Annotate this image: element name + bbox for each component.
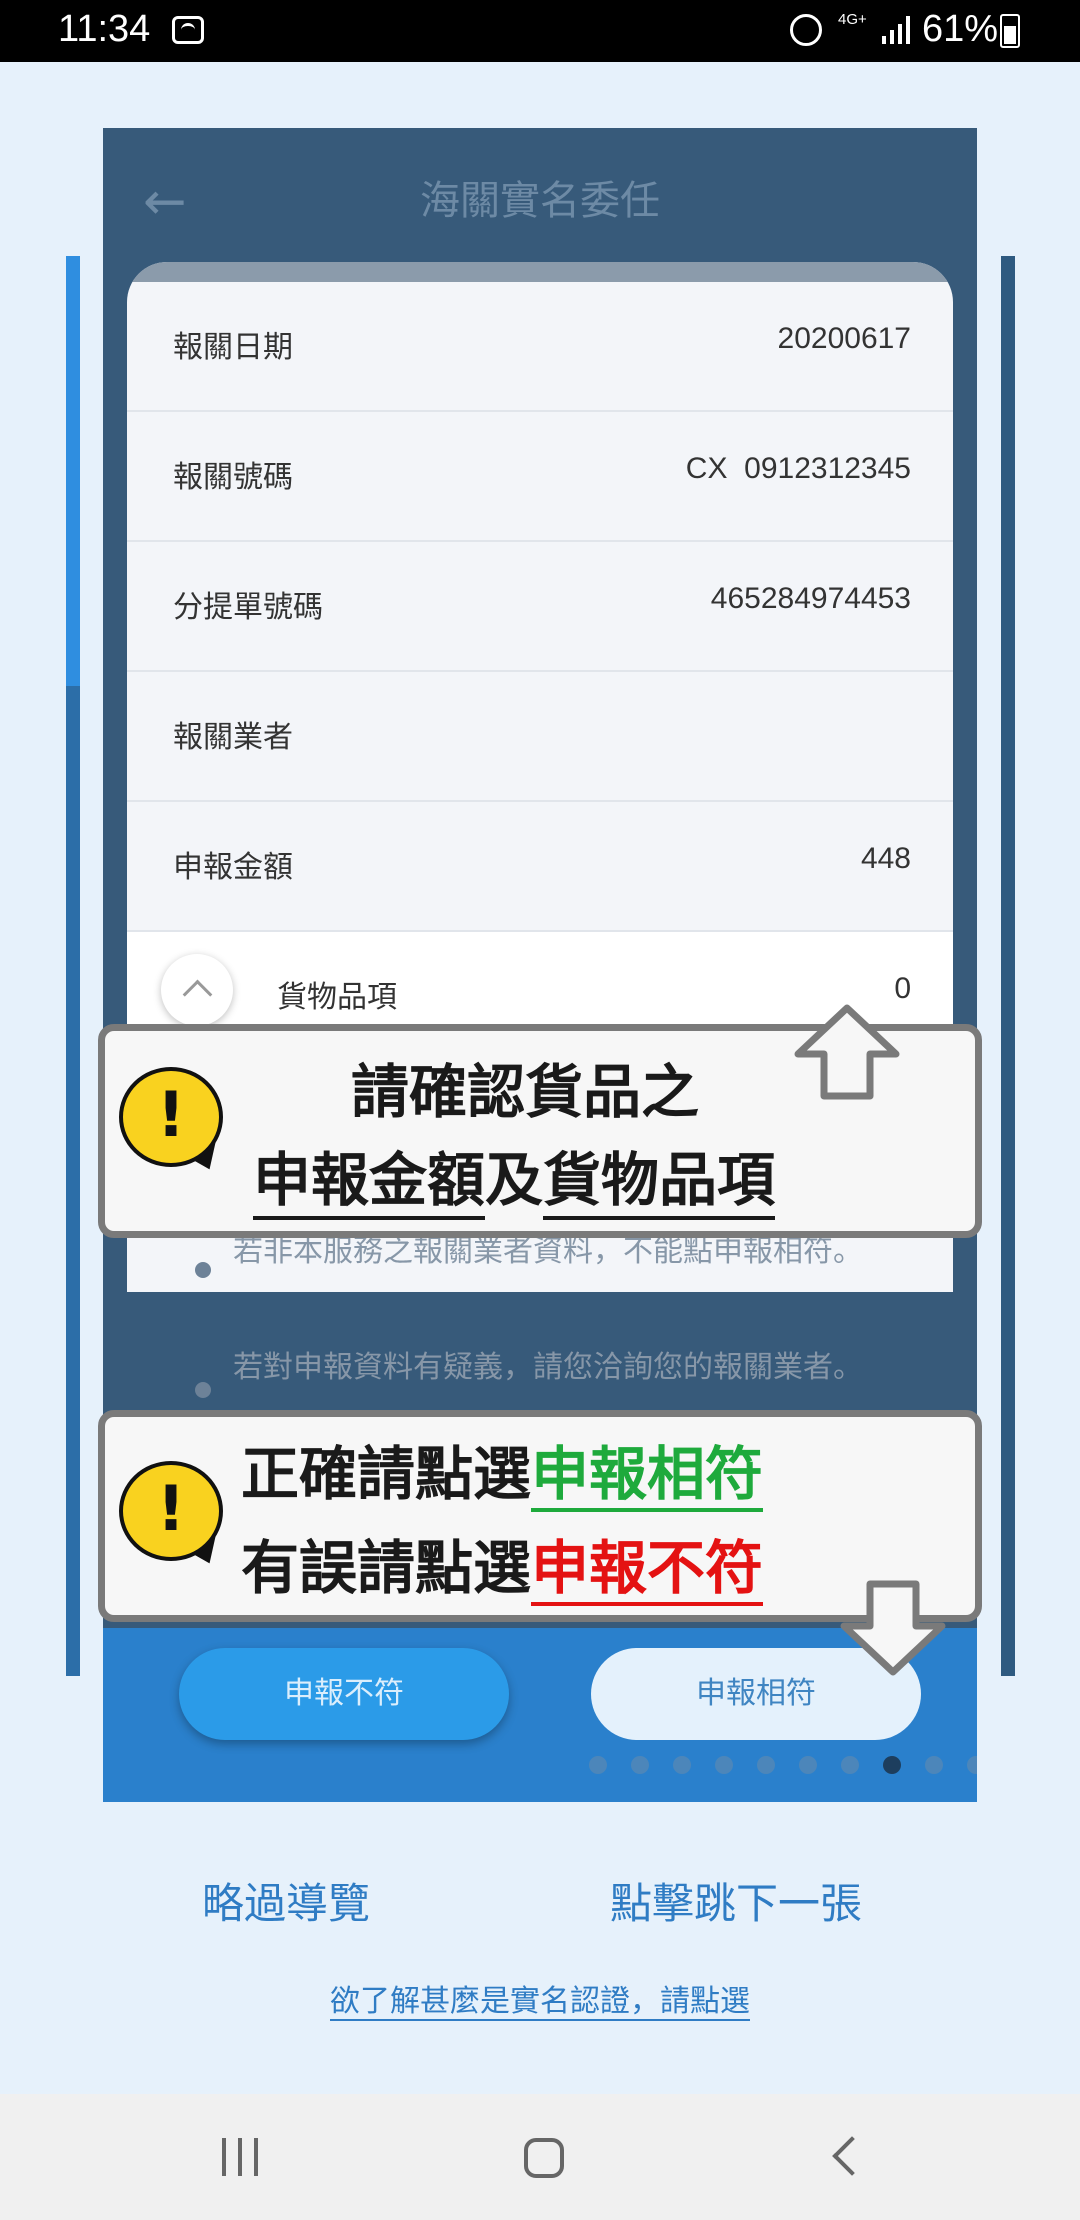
next-slide-link[interactable]: 點擊跳下一張 bbox=[610, 1870, 862, 1931]
row-declaration-number: 報關號碼 CX 0912312345 bbox=[127, 412, 953, 542]
declaration-mismatch-button[interactable]: 申報不符 bbox=[179, 1648, 509, 1740]
callout-highlight: 貨物品項 bbox=[543, 1146, 776, 1220]
bullet-dot bbox=[195, 1382, 211, 1398]
arrow-up-icon bbox=[794, 1004, 900, 1100]
row-label: 貨物品項 bbox=[277, 980, 397, 1015]
row-value: 20200617 bbox=[777, 322, 911, 355]
slide-header-title: 海關實名委任 bbox=[420, 178, 660, 224]
row-value: 448 bbox=[860, 842, 911, 875]
note-text: 若對申報資料有疑義，請您洽詢您的報關業者。 bbox=[233, 1350, 863, 1385]
callout-text: 有誤請點選 bbox=[241, 1534, 532, 1602]
row-value: CX 0912312345 bbox=[685, 452, 911, 485]
wifi-icon bbox=[172, 16, 204, 44]
learn-more-text[interactable]: 欲了解甚麼是實名認證，請點選 bbox=[330, 1984, 750, 2021]
skip-tour-link[interactable]: 略過導覽 bbox=[202, 1870, 370, 1931]
system-navigation-bar bbox=[0, 2094, 1080, 2220]
callout-highlight: 申報金額 bbox=[253, 1146, 486, 1220]
alarm-icon bbox=[790, 14, 822, 46]
row-label: 申報金額 bbox=[173, 850, 293, 885]
status-time: 11:34 bbox=[58, 8, 151, 50]
next-slide-edge[interactable] bbox=[1001, 256, 1015, 1676]
callout-line: 正確請點選申報相符 bbox=[241, 1427, 764, 1512]
row-declared-amount: 申報金額 448 bbox=[127, 802, 953, 932]
chevron-up-icon[interactable] bbox=[161, 954, 233, 1026]
row-label: 報關業者 bbox=[173, 720, 293, 755]
home-icon[interactable] bbox=[524, 2138, 564, 2178]
learn-more-link[interactable]: 欲了解甚麼是實名認證，請點選 bbox=[0, 1976, 1080, 2021]
warning-icon: ! bbox=[119, 1461, 229, 1571]
row-house-bill-number: 分提單號碼 465284974453 bbox=[127, 542, 953, 672]
network-type: 4G+ bbox=[838, 11, 867, 28]
slide-header: ← 海關實名委任 bbox=[103, 128, 977, 258]
row-label: 報關日期 bbox=[173, 330, 293, 365]
callout-text: 正確請點選 bbox=[241, 1440, 532, 1508]
arrow-down-icon bbox=[840, 1580, 946, 1676]
row-label: 報關號碼 bbox=[173, 460, 293, 495]
signal-icon bbox=[882, 16, 912, 44]
bullet-dot bbox=[195, 1262, 211, 1278]
battery-percent: 61% bbox=[922, 8, 999, 50]
previous-slide-edge[interactable] bbox=[66, 256, 80, 1676]
status-bar: 11:34 4G+ 61% bbox=[0, 0, 1080, 62]
callout-line: 申報金額及貨物品項 bbox=[253, 1133, 776, 1220]
callout-line: 有誤請點選申報不符 bbox=[241, 1521, 764, 1606]
warning-icon: ! bbox=[119, 1067, 229, 1177]
row-declaration-date: 報關日期 20200617 bbox=[127, 282, 953, 412]
row-value: 465284974453 bbox=[710, 582, 911, 615]
row-value: 0 bbox=[894, 972, 911, 1005]
recent-apps-icon[interactable] bbox=[222, 2138, 262, 2176]
callout-highlight-green: 申報相符 bbox=[531, 1440, 764, 1512]
row-customs-broker: 報關業者 bbox=[127, 672, 953, 802]
callout-highlight-red: 申報不符 bbox=[531, 1534, 764, 1606]
callout-line: 請確認貨品之 bbox=[351, 1058, 700, 1126]
back-icon[interactable] bbox=[832, 2136, 872, 2176]
callout-text: 及 bbox=[485, 1146, 544, 1214]
row-label: 分提單號碼 bbox=[173, 590, 323, 625]
battery-icon bbox=[1000, 14, 1020, 48]
